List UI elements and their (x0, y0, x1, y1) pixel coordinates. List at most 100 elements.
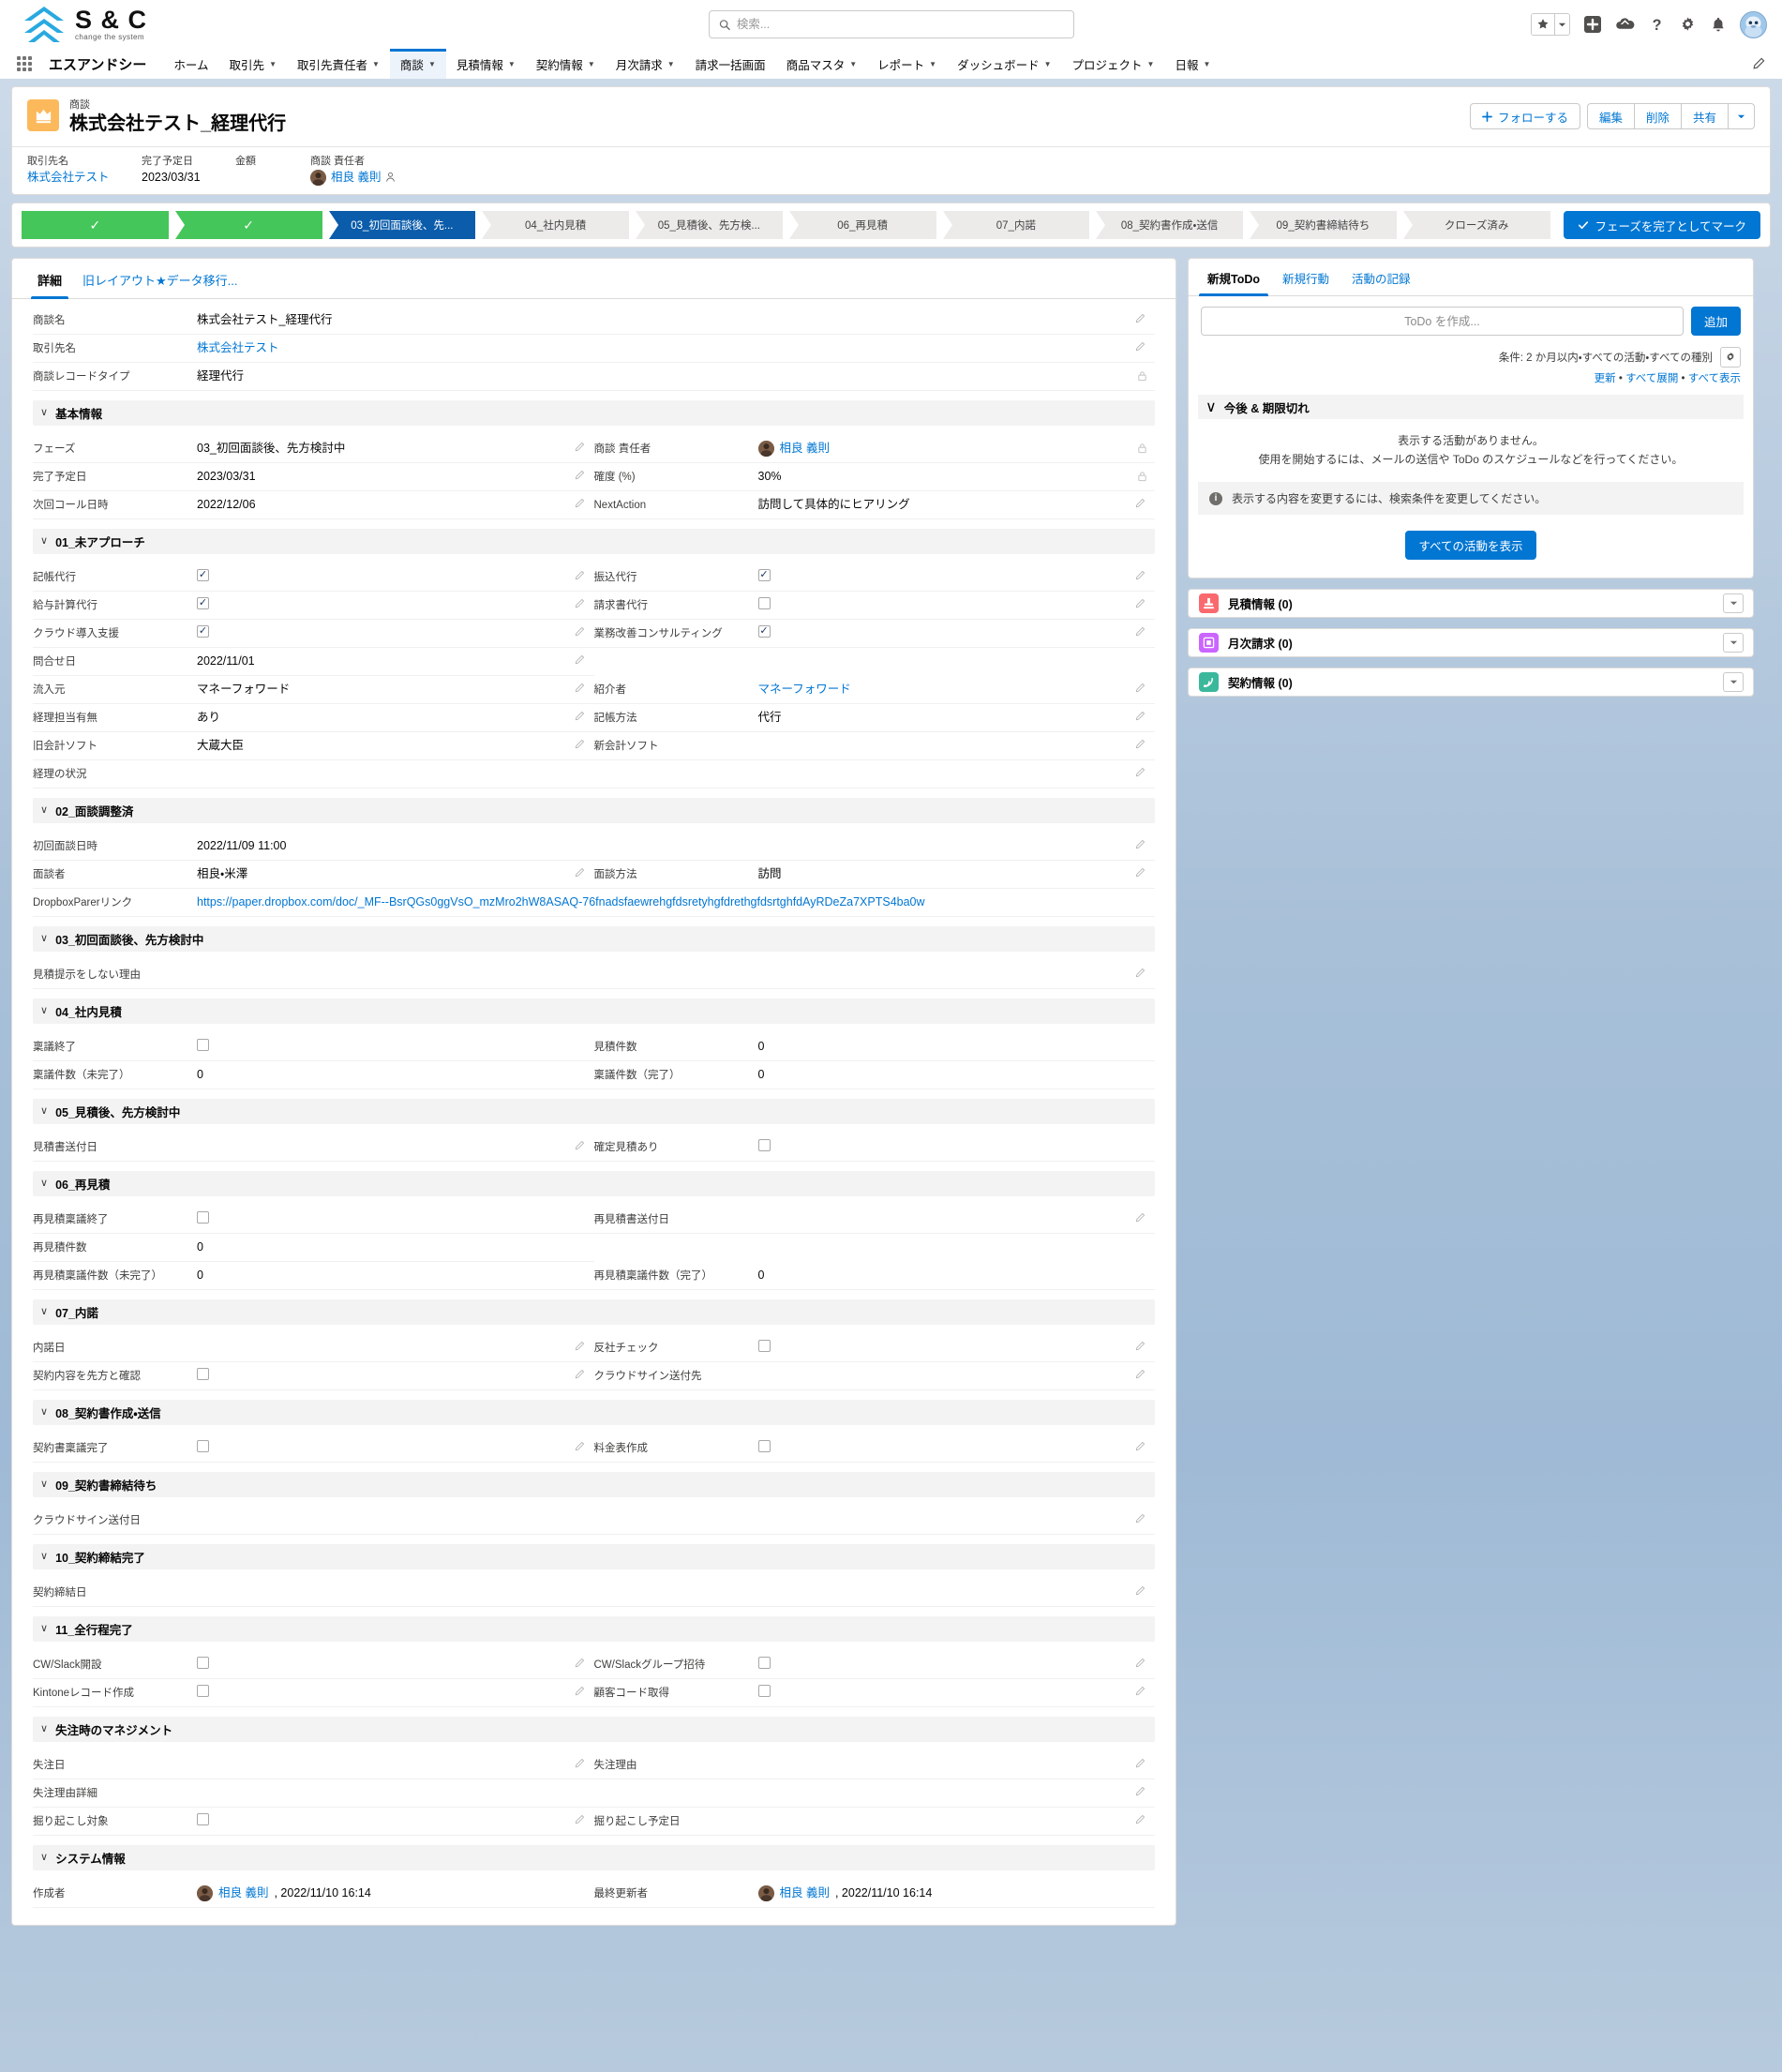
refresh-link[interactable]: 更新 (1595, 373, 1616, 384)
related-list-toggle-icon[interactable] (1723, 672, 1744, 692)
related-list-2[interactable]: 月次請求 (0) (1188, 628, 1754, 657)
edit-pencil-icon[interactable] (1134, 867, 1146, 878)
global-search[interactable] (708, 10, 1074, 38)
field-value[interactable] (197, 1657, 589, 1669)
section-header-3[interactable]: ∨ 02_面談調整済 (33, 798, 1155, 823)
checkbox-unchecked-icon[interactable] (757, 1440, 771, 1452)
section-header-9[interactable]: ∨ 08_契約書作成・送信 (33, 1400, 1155, 1425)
search-input[interactable] (736, 18, 1064, 31)
path-step-10[interactable]: クローズ済み (1402, 211, 1550, 239)
nav-item-12[interactable]: プロジェクト ▼ (1062, 49, 1165, 79)
checkbox-checked-icon[interactable] (197, 597, 209, 609)
edit-pencil-icon[interactable] (574, 1686, 585, 1697)
checkbox-unchecked-icon[interactable] (197, 1813, 209, 1825)
edit-pencil-icon[interactable] (1134, 1658, 1146, 1669)
checkbox-unchecked-icon[interactable] (197, 1685, 209, 1697)
field-value[interactable] (197, 1039, 589, 1051)
checkbox-unchecked-icon[interactable] (197, 1039, 209, 1051)
section-header-7[interactable]: ∨ 06_再見積 (33, 1171, 1155, 1196)
activity-settings-gear-icon[interactable] (1720, 347, 1741, 368)
field-value[interactable] (757, 597, 1150, 609)
field-link[interactable]: 相良 義則 (780, 441, 830, 457)
edit-pencil-icon[interactable] (574, 739, 585, 750)
section-header-8[interactable]: ∨ 07_内諾 (33, 1299, 1155, 1325)
edit-pencil-icon[interactable] (574, 1140, 585, 1151)
upcoming-overdue-header[interactable]: ∨ 今後 & 期限切れ (1198, 395, 1744, 419)
field-link[interactable]: https://paper.dropbox.com/doc/_MF--BsrQG… (197, 894, 925, 910)
path-step-8[interactable]: 08_契約書作成・送信 (1096, 211, 1243, 239)
checkbox-unchecked-icon[interactable] (197, 1657, 209, 1669)
help-icon[interactable]: ? (1648, 16, 1666, 34)
related-list-1[interactable]: 見積情報 (0) (1188, 589, 1754, 618)
edit-pencil-icon[interactable] (1134, 1786, 1146, 1797)
section-header-11[interactable]: ∨ 10_契約締結完了 (33, 1544, 1155, 1569)
field-value[interactable]: 株式会社テスト (197, 340, 1149, 356)
nav-item-5[interactable]: 見積情報 ▼ (446, 49, 526, 79)
follow-button[interactable]: フォローする (1469, 103, 1580, 129)
path-step-4[interactable]: 04_社内見積 (482, 211, 629, 239)
edit-pencil-icon[interactable] (1134, 313, 1146, 324)
tab-1[interactable]: 詳細 (27, 259, 72, 299)
edit-pencil-icon[interactable] (1134, 683, 1146, 694)
edit-pencil-icon[interactable] (1134, 739, 1146, 750)
section-header-13[interactable]: ∨ 失注時のマネジメント (33, 1717, 1155, 1742)
edit-pencil-icon[interactable] (574, 598, 585, 609)
expand-all-link[interactable]: すべて展開 (1625, 373, 1678, 384)
edit-pencil-icon[interactable] (1134, 626, 1146, 638)
edit-pencil-icon[interactable] (1134, 1212, 1146, 1224)
field-value[interactable] (197, 1685, 589, 1697)
checkbox-unchecked-icon[interactable] (757, 1340, 771, 1352)
field-value[interactable]: https://paper.dropbox.com/doc/_MF--BsrQG… (197, 894, 1149, 910)
checkbox-checked-icon[interactable] (757, 625, 771, 638)
favorites-star-icon[interactable] (1532, 14, 1554, 35)
edit-pencil-icon[interactable] (574, 442, 585, 453)
edit-pencil-icon[interactable] (1134, 1758, 1146, 1769)
nav-item-8[interactable]: 請求一括画面 (685, 49, 776, 79)
mark-stage-complete-button[interactable]: フェーズを完了としてマーク (1564, 211, 1760, 239)
edit-pencil-icon[interactable] (574, 1441, 585, 1452)
nav-item-9[interactable]: 商品マスタ ▼ (776, 49, 867, 79)
edit-pencil-icon[interactable] (1134, 598, 1146, 609)
share-button[interactable]: 共有 (1681, 103, 1729, 129)
path-step-6[interactable]: 06_再見積 (788, 211, 936, 239)
setup-gear-icon[interactable] (1679, 16, 1697, 34)
path-step-3[interactable]: 03_初回面談後、先... (328, 211, 476, 239)
edit-pencil-icon[interactable] (1134, 1341, 1146, 1352)
path-step-9[interactable]: 09_契約書締結待ち (1250, 211, 1397, 239)
field-value[interactable] (757, 1440, 1150, 1452)
edit-pencil-icon[interactable] (1134, 570, 1146, 581)
field-value[interactable] (197, 569, 589, 581)
section-header-2[interactable]: ∨ 01_未アプローチ (33, 529, 1155, 554)
tab-2[interactable]: 旧レイアウト★データ移行... (72, 259, 248, 298)
edit-pencil-icon[interactable] (1134, 711, 1146, 722)
edit-pencil-icon[interactable] (574, 1341, 585, 1352)
favorites-control[interactable] (1531, 13, 1570, 36)
checkbox-unchecked-icon[interactable] (197, 1211, 209, 1224)
edit-pencil-icon[interactable] (1134, 1585, 1146, 1597)
section-header-14[interactable]: ∨ システム情報 (33, 1845, 1155, 1870)
field-value[interactable] (197, 625, 589, 638)
checkbox-unchecked-icon[interactable] (757, 1657, 771, 1669)
user-avatar[interactable] (1740, 10, 1767, 38)
app-launcher-icon[interactable] (17, 49, 37, 79)
activity-tab-2[interactable]: 新規行動 (1271, 259, 1340, 295)
nav-item-3[interactable]: 取引先責任者 ▼ (287, 49, 390, 79)
checkbox-checked-icon[interactable] (197, 569, 209, 581)
field-link[interactable]: 相良 義則 (780, 1885, 830, 1901)
checkbox-unchecked-icon[interactable] (757, 597, 771, 609)
field-link[interactable]: 株式会社テスト (197, 340, 279, 356)
section-header-1[interactable]: ∨ 基本情報 (33, 400, 1155, 426)
activity-tab-3[interactable]: 活動の記録 (1340, 259, 1422, 295)
todo-input[interactable] (1201, 307, 1684, 336)
checkbox-unchecked-icon[interactable] (197, 1440, 209, 1452)
field-value[interactable] (197, 1440, 589, 1452)
edit-pencil-icon[interactable] (1134, 1369, 1146, 1380)
favorites-caret-icon[interactable] (1554, 14, 1569, 35)
section-header-4[interactable]: ∨ 03_初回面談後、先方検討中 (33, 926, 1155, 952)
edit-pencil-icon[interactable] (574, 654, 585, 666)
app-name[interactable]: エスアンドシー (49, 49, 146, 79)
edit-pencil-icon[interactable] (574, 498, 585, 509)
nav-item-7[interactable]: 月次請求 ▼ (606, 49, 685, 79)
edit-pencil-icon[interactable] (1134, 1513, 1146, 1524)
field-value[interactable] (197, 1368, 589, 1380)
